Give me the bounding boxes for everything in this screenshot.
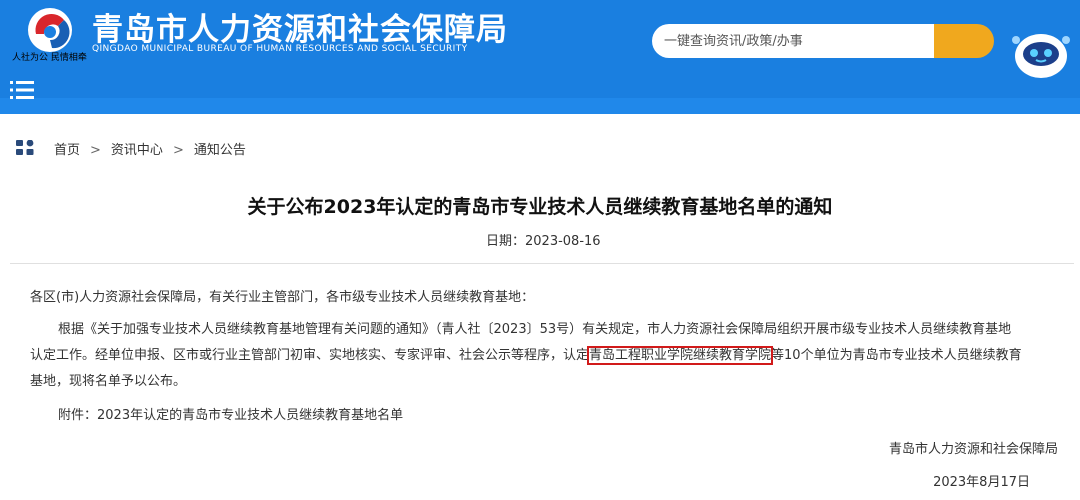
breadcrumb-separator: > [172, 143, 184, 158]
signature-date: 2023年8月17日 [933, 475, 1030, 490]
menu-icon[interactable] [10, 80, 34, 100]
signature-organization: 青岛市人力资源和社会保障局 [888, 442, 1058, 457]
site-header: 人社为公 民情相牵 青岛市人力资源和社会保障局 QINGDAO MUNICIPA… [0, 0, 1080, 114]
article-body-line-1: 根据《关于加强专业技术人员继续教育基地管理有关问题的通知》（青人社〔2023〕5… [58, 322, 1012, 337]
body-text: 认定工作。经单位申报、区市或行业主管部门初审、实地核实、专家评审、社会公示等程序… [30, 348, 590, 363]
header-stripe [0, 98, 1080, 114]
header-slogan: 人社为公 民情相牵 [12, 53, 87, 63]
breadcrumb-home-link[interactable]: 首页 [54, 143, 80, 158]
article-date: 日期：2023-08-16 [486, 234, 601, 249]
search-input[interactable] [652, 24, 942, 58]
breadcrumb-items: 首页 > 资讯中心 > 通知公告 [54, 139, 246, 158]
site-title[interactable]: 青岛市人力资源和社会保障局 [92, 4, 508, 49]
article-salutation: 各区(市)人力资源社会保障局，有关行业主管部门，各市级专业技术人员继续教育基地： [30, 290, 535, 305]
breadcrumb: 首页 > 资讯中心 > 通知公告 [0, 130, 1080, 166]
breadcrumb-news-center-link[interactable]: 资讯中心 [111, 143, 163, 158]
site-subtitle: QINGDAO MUNICIPAL BUREAU OF HUMAN RESOUR… [92, 44, 468, 54]
search-box [652, 24, 994, 58]
body-text: 等10个单位为青岛市专业技术人员继续教育 [771, 348, 1022, 363]
breadcrumb-separator: > [90, 143, 101, 158]
highlighted-institution: 青岛工程职业学院继续教育学院 [587, 346, 774, 365]
search-button[interactable] [934, 24, 994, 58]
assistant-robot-icon[interactable] [1010, 26, 1072, 80]
breadcrumb-notices-link[interactable]: 通知公告 [194, 143, 246, 158]
divider [10, 263, 1074, 264]
article-title: 关于公布2023年认定的青岛市专业技术人员继续教育基地名单的通知 [247, 196, 833, 218]
article-attachment: 附件：2023年认定的青岛市专业技术人员继续教育基地名单 [58, 408, 404, 423]
article-body-line-2: 认定工作。经单位申报、区市或行业主管部门初审、实地核实、专家评审、社会公示等程序… [30, 343, 1022, 369]
grid-icon [16, 140, 34, 155]
article-body-line-3: 基地，现将名单予以公布。 [30, 374, 187, 389]
